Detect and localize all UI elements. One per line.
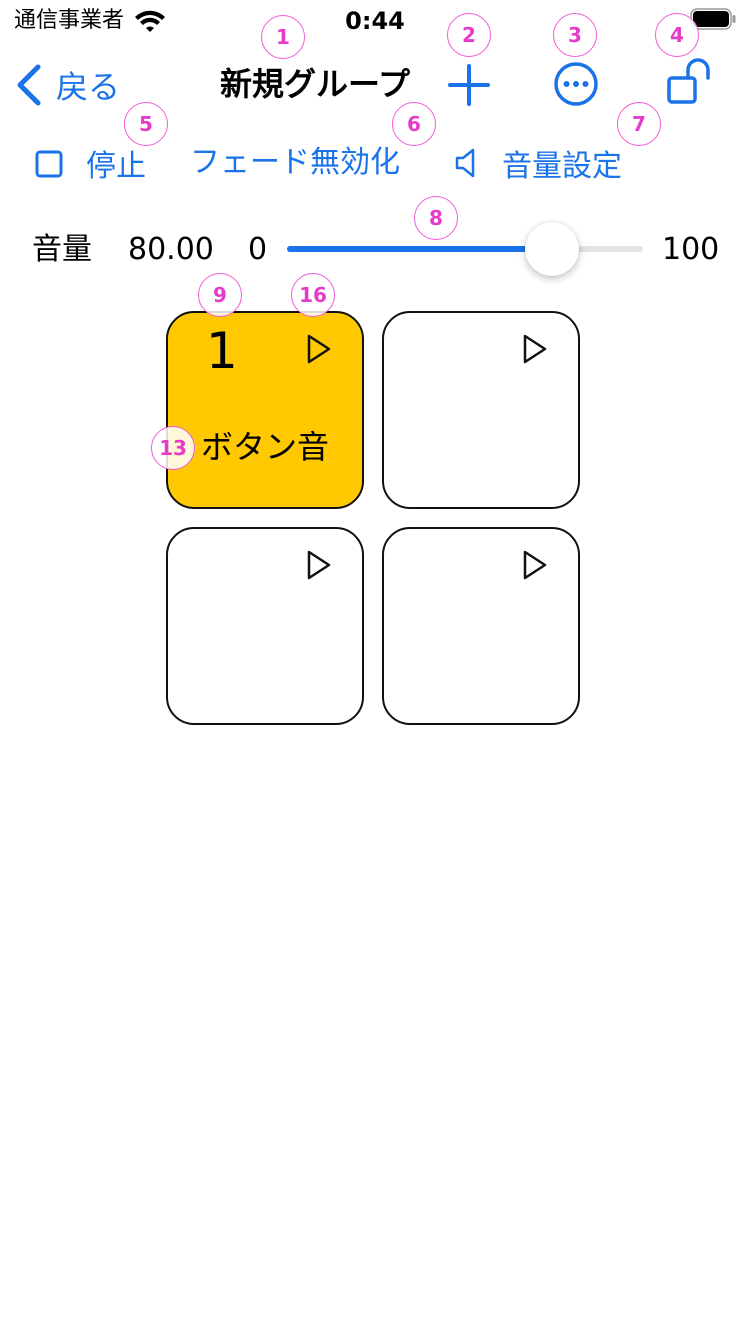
more-options-button[interactable] (552, 60, 600, 108)
back-button[interactable]: 戻る (14, 60, 120, 110)
annotation-marker: 2 (447, 13, 491, 57)
volume-value: 80.00 (128, 232, 214, 267)
plus-icon (448, 64, 490, 106)
volume-settings-button[interactable]: 音量設定 (452, 138, 622, 188)
page-title: 新規グループ (219, 65, 411, 103)
play-icon[interactable] (518, 547, 550, 583)
status-time: 0:44 (345, 7, 405, 35)
volume-slider[interactable] (287, 222, 643, 276)
sound-tile[interactable] (382, 311, 580, 509)
stop-button[interactable]: 停止 (30, 138, 146, 188)
tile-number: 1 (206, 322, 238, 380)
back-label: 戻る (56, 68, 121, 106)
ellipsis-circle-icon (554, 62, 598, 106)
volume-settings-label: 音量設定 (502, 149, 622, 184)
annotation-marker: 16 (291, 273, 335, 317)
play-icon[interactable] (302, 547, 334, 583)
fade-disable-button[interactable]: フェード無効化 (190, 138, 400, 188)
annotation-marker: 3 (553, 13, 597, 57)
play-icon[interactable] (518, 331, 550, 367)
stop-label: 停止 (86, 149, 146, 184)
speaker-icon (455, 148, 475, 178)
annotation-marker: 8 (414, 196, 458, 240)
annotation-marker: 7 (617, 102, 661, 146)
annotation-marker: 1 (261, 15, 305, 59)
add-button[interactable] (446, 62, 492, 108)
stop-square-icon (35, 150, 63, 178)
volume-min-label: 0 (248, 232, 268, 267)
slider-fill (287, 246, 553, 252)
sound-tile[interactable] (382, 527, 580, 725)
volume-label: 音量 (32, 232, 92, 267)
annotation-marker: 5 (124, 102, 168, 146)
annotation-marker: 9 (198, 273, 242, 317)
annotation-marker: 4 (655, 13, 699, 57)
tile-label: ボタン音 (200, 428, 329, 466)
chevron-left-icon (17, 64, 41, 106)
slider-thumb[interactable] (525, 222, 580, 276)
annotation-marker: 13 (151, 426, 195, 470)
sound-tile[interactable] (166, 527, 364, 725)
annotation-marker: 6 (392, 102, 436, 146)
sound-tile[interactable]: 1 ボタン音 (166, 311, 364, 509)
play-icon[interactable] (302, 331, 334, 367)
unlock-icon (667, 58, 710, 104)
lock-toggle-button[interactable] (664, 58, 714, 108)
volume-max-label: 100 (662, 232, 720, 267)
